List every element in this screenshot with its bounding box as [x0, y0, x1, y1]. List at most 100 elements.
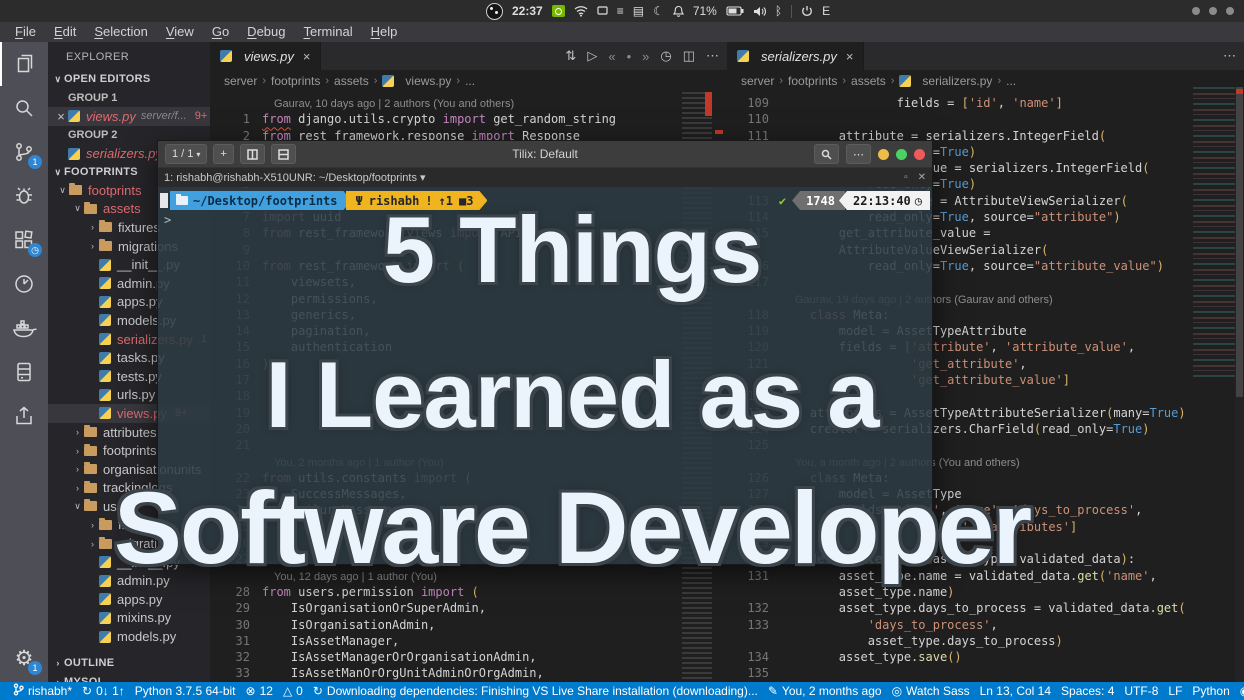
statusbar-you[interactable]: ✎You, 2 months ago: [763, 684, 887, 698]
battery-percent[interactable]: 71%: [693, 4, 717, 18]
statusbar-watch[interactable]: ◎Watch Sass: [887, 684, 975, 698]
pane-indicator[interactable]: 1 / 1▾: [165, 144, 207, 164]
code-line[interactable]: 110: [739, 111, 1244, 127]
breadcrumb-item[interactable]: assets: [334, 74, 369, 88]
code-line[interactable]: 29 IsOrganisationOrSuperAdmin,: [222, 600, 727, 616]
section-mysql[interactable]: ›MYSQL: [48, 672, 210, 682]
session-minimize-icon[interactable]: ▫: [904, 172, 908, 183]
history-icon[interactable]: ◷: [660, 48, 671, 64]
minimize-button[interactable]: [878, 149, 889, 160]
codelens-line[interactable]: You, 12 days ago | 1 author (You): [222, 568, 727, 584]
split-down-button[interactable]: [271, 144, 296, 164]
code-line[interactable]: 135: [739, 665, 1244, 681]
more-actions-icon[interactable]: ⋯: [1223, 48, 1236, 64]
session-tab-label[interactable]: 1: rishabh@rishabh-X510UNR: ~/Desktop/fo…: [164, 171, 426, 184]
scrollbar-right[interactable]: [1235, 87, 1244, 682]
tilix-session-bar[interactable]: 1: rishabh@rishabh-X510UNR: ~/Desktop/fo…: [158, 168, 932, 187]
battery-icon[interactable]: [726, 6, 744, 16]
statusbar-utf-8[interactable]: UTF-8: [1119, 684, 1163, 698]
code-line[interactable]: 134 asset_type.save(): [739, 649, 1244, 665]
statusbar-lf[interactable]: LF: [1163, 684, 1187, 698]
menu-selection[interactable]: Selection: [85, 22, 156, 42]
tree-item-admin-py[interactable]: admin.py: [48, 571, 210, 590]
code-line[interactable]: 109 fields = ['id', 'name']: [739, 95, 1244, 111]
menu-help[interactable]: Help: [362, 22, 407, 42]
code-line[interactable]: 133 'days_to_process',: [739, 617, 1244, 633]
nvidia-indicator-icon[interactable]: [552, 5, 565, 17]
code-line[interactable]: 30 IsOrganisationAdmin,: [222, 617, 727, 633]
code-line[interactable]: asset_type.name): [739, 584, 1244, 600]
code-line[interactable]: 1from django.utils.crypto import get_ran…: [222, 111, 727, 127]
split-editor-icon[interactable]: ◫: [683, 48, 695, 64]
search-icon[interactable]: [0, 86, 48, 130]
timer-clock-icon[interactable]: [0, 262, 48, 306]
source-control-icon[interactable]: 1: [0, 130, 48, 174]
code-line[interactable]: 132 asset_type.days_to_process = validat…: [739, 600, 1244, 616]
tree-item-mixins-py[interactable]: mixins.py: [48, 609, 210, 628]
terminal-search-icon[interactable]: [814, 144, 839, 164]
tab-serializers-py[interactable]: serializers.py ×: [727, 42, 864, 70]
notifications-bell-icon[interactable]: [673, 5, 684, 17]
code-line[interactable]: 31 IsAssetManager,: [222, 633, 727, 649]
night-mode-icon[interactable]: ☾: [653, 4, 664, 18]
menu-file[interactable]: File: [6, 22, 45, 42]
close-tab-icon[interactable]: ×: [303, 49, 311, 64]
menu-terminal[interactable]: Terminal: [294, 22, 361, 42]
section-outline[interactable]: ›OUTLINE: [48, 654, 210, 673]
scrollbar-thumb[interactable]: [1236, 87, 1243, 397]
statusbar-ln[interactable]: Ln 13, Col 14: [975, 684, 1056, 698]
display-icon[interactable]: [597, 6, 608, 16]
compare-changes-icon[interactable]: ⇅: [565, 48, 576, 64]
nav-dot-icon[interactable]: •: [627, 49, 632, 64]
code-line[interactable]: asset_type.days_to_process): [739, 633, 1244, 649]
settings-gear-icon[interactable]: ⚙1: [0, 636, 48, 680]
statusbar-12[interactable]: ⊗12: [241, 684, 278, 698]
codelens-line[interactable]: Gaurav, 10 days ago | 2 authors (You and…: [222, 95, 727, 111]
code-line[interactable]: 33 IsAssetManOrOrgUnitAdminOrOrgAdmin,: [222, 665, 727, 681]
tree-item-apps-py[interactable]: apps.py: [48, 590, 210, 609]
statusbar-0[interactable]: △0: [278, 684, 308, 698]
volume-icon[interactable]: [753, 6, 766, 17]
statusbar-go[interactable]: ◉Go Live: [1235, 684, 1244, 698]
code-line[interactable]: 131 asset_type.name = validated_data.get…: [739, 568, 1244, 584]
terminal-menu-icon[interactable]: ⋯: [846, 144, 871, 164]
minimap-right[interactable]: [1193, 87, 1235, 377]
tree-item-models-py[interactable]: models.py: [48, 627, 210, 646]
breadcrumb-item[interactable]: assets: [851, 74, 886, 88]
statusbar-rishabh*[interactable]: rishabh*: [8, 683, 77, 699]
code-line[interactable]: 32 IsAssetManagerOrOrganisationAdmin,: [222, 649, 727, 665]
wifi-icon[interactable]: [574, 5, 588, 17]
nav-forward-icon[interactable]: »: [642, 49, 649, 64]
bluetooth-icon[interactable]: ᛒ: [775, 4, 782, 18]
live-share-icon[interactable]: [0, 394, 48, 438]
tab-views-py[interactable]: views.py ×: [210, 42, 321, 70]
clock[interactable]: 22:37: [512, 4, 543, 18]
code-line[interactable]: 28from users.permission import (: [222, 584, 727, 600]
breadcrumb-item[interactable]: footprints: [788, 74, 837, 88]
open-editor-item[interactable]: ×views.pyserver/f...9+: [48, 107, 210, 126]
breadcrumb-item[interactable]: ...: [1006, 74, 1016, 88]
close-icon[interactable]: ×: [54, 109, 68, 124]
breadcrumb-item[interactable]: views.py: [405, 74, 451, 88]
keyboard-layout-icon[interactable]: ▤: [633, 4, 644, 18]
database-icon[interactable]: [0, 350, 48, 394]
debug-icon[interactable]: [0, 174, 48, 218]
session-close-icon[interactable]: ✕: [918, 172, 926, 183]
breadcrumb-item[interactable]: server: [224, 74, 257, 88]
breadcrumb-item[interactable]: serializers.py: [922, 74, 992, 88]
explorer-icon[interactable]: [0, 42, 48, 86]
more-actions-icon[interactable]: ⋯: [706, 48, 719, 64]
close-tab-icon[interactable]: ×: [846, 49, 854, 64]
split-right-button[interactable]: [240, 144, 265, 164]
menu-view[interactable]: View: [157, 22, 203, 42]
run-icon[interactable]: ▷: [587, 48, 597, 64]
menu-debug[interactable]: Debug: [238, 22, 294, 42]
statusbar-python[interactable]: Python: [1187, 684, 1234, 698]
nav-back-icon[interactable]: «: [608, 49, 615, 64]
indicator-e-icon[interactable]: Ε: [822, 4, 830, 18]
power-icon[interactable]: [801, 5, 813, 17]
statusbar-0↓[interactable]: ↻0↓ 1↑: [77, 684, 130, 698]
screencast-indicator-icon[interactable]: [486, 3, 503, 20]
extensions-icon[interactable]: ◷: [0, 218, 48, 262]
breadcrumb-item[interactable]: server: [741, 74, 774, 88]
